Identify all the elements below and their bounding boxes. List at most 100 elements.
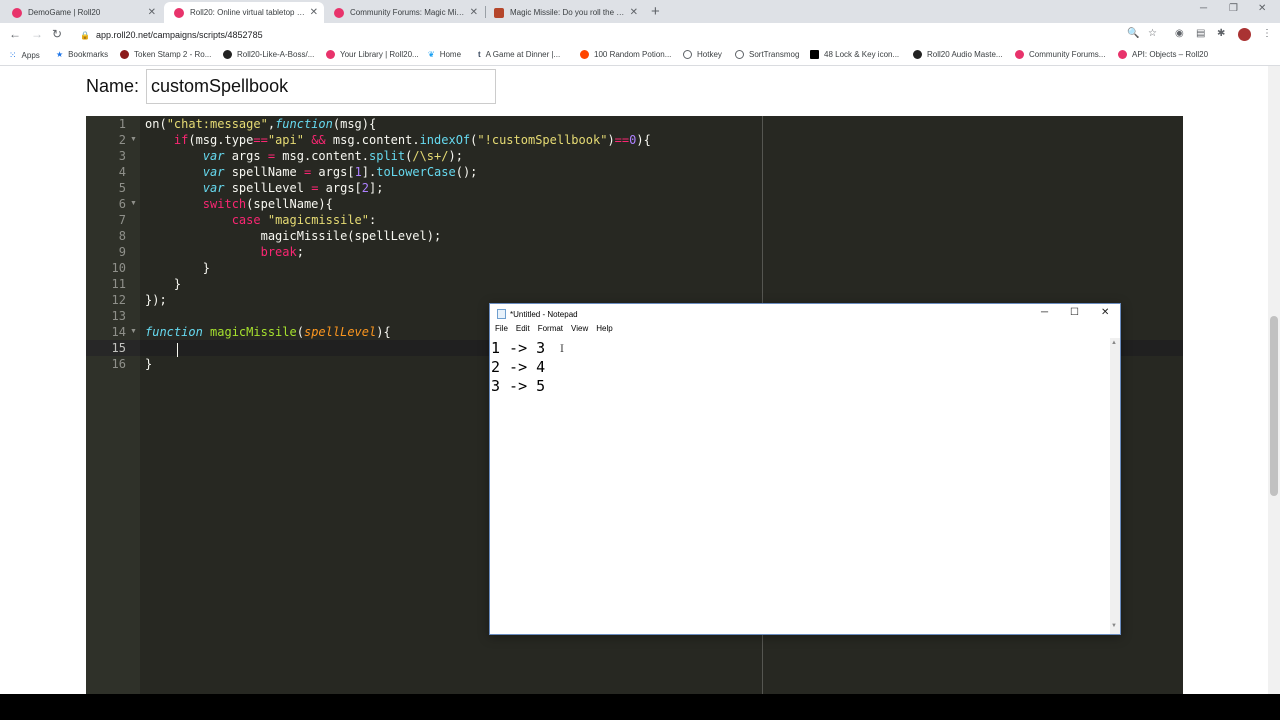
- close-icon[interactable]: ✕: [1101, 307, 1109, 318]
- close-tab-icon[interactable]: ✕: [470, 7, 478, 18]
- bookmark-label: Bookmarks: [68, 50, 109, 59]
- text-line: 3 -> 5: [491, 377, 546, 395]
- line-number: 11: [111, 277, 126, 291]
- bookmark-apps[interactable]: ⁙ Apps: [9, 50, 40, 61]
- notepad-app-icon: [497, 309, 506, 319]
- notepad-scrollbar[interactable]: ▲ ▼: [1110, 338, 1120, 634]
- scroll-up-arrow-icon[interactable]: ▲: [1111, 340, 1117, 346]
- close-tab-icon[interactable]: ✕: [310, 7, 318, 18]
- notepad-window[interactable]: *Untitled - Notepad ─ ☐ ✕ File Edit Form…: [489, 303, 1121, 635]
- code-line: }: [145, 261, 211, 275]
- bookmark-item[interactable]: Roll20-Like-A-Boss/...: [223, 50, 314, 59]
- menu-format[interactable]: Format: [538, 324, 563, 338]
- back-arrow-icon[interactable]: ←: [9, 27, 21, 41]
- line-number: 16: [111, 357, 126, 371]
- fold-arrow-icon[interactable]: ▼: [130, 200, 137, 207]
- menu-edit[interactable]: Edit: [516, 324, 530, 338]
- minimize-window-icon[interactable]: ─: [1200, 3, 1207, 14]
- lock-icon: 🔒: [80, 30, 90, 40]
- bookmark-bookmarks[interactable]: ★ Bookmarks: [56, 50, 108, 59]
- scroll-down-arrow-icon[interactable]: ▼: [1111, 623, 1117, 629]
- notepad-menu-bar: File Edit Format View Help: [490, 324, 1120, 338]
- bookmark-label: Your Library | Roll20...: [340, 50, 419, 59]
- line-number: 2: [118, 133, 126, 147]
- new-tab-icon[interactable]: +: [651, 3, 660, 20]
- forward-arrow-icon[interactable]: →: [31, 27, 43, 41]
- code-line: on("chat:message",function(msg){: [145, 117, 377, 131]
- text-line: 2 -> 4: [491, 358, 546, 376]
- zoom-icon[interactable]: 🔍: [1127, 28, 1139, 39]
- reddit-icon: [580, 50, 589, 59]
- bookmark-label: A Game at Dinner |...: [485, 50, 561, 59]
- minimize-icon[interactable]: ─: [1041, 307, 1048, 318]
- browser-tab[interactable]: DemoGame | Roll20 ✕: [2, 2, 162, 23]
- code-line: function magicMissile(spellLevel){: [145, 325, 391, 339]
- page-scrollbar[interactable]: [1268, 66, 1280, 694]
- notepad-title: *Untitled - Notepad: [510, 309, 578, 319]
- browser-tab[interactable]: Magic Missile: Do you roll the same ✕: [484, 2, 644, 23]
- roll20-icon: [1118, 50, 1127, 59]
- bookmark-item[interactable]: 48 Lock & Key icon...: [810, 50, 899, 59]
- bookmark-label: Hotkey: [697, 50, 722, 59]
- code-line: });: [145, 293, 167, 307]
- tab-label: DemoGame | Roll20: [28, 8, 101, 17]
- bookmark-item[interactable]: Community Forums...: [1015, 50, 1105, 59]
- text-cursor: [177, 343, 178, 357]
- line-number: 10: [111, 261, 126, 275]
- code-line: break;: [260, 245, 304, 259]
- bookmark-label: API: Objects – Roll20: [1132, 50, 1209, 59]
- fold-arrow-icon[interactable]: ▼: [130, 136, 137, 143]
- scrollbar-thumb[interactable]: [1270, 316, 1278, 496]
- maximize-icon[interactable]: ☐: [1070, 307, 1079, 318]
- menu-help[interactable]: Help: [596, 324, 612, 338]
- bookmark-item[interactable]: t A Game at Dinner |...: [478, 50, 560, 59]
- menu-file[interactable]: File: [495, 324, 508, 338]
- star-bookmark-icon[interactable]: ☆: [1148, 28, 1157, 39]
- profile-avatar[interactable]: [1238, 28, 1251, 41]
- bookmarks-bar: ⁙ Apps ★ Bookmarks Token Stamp 2 - Ro...…: [0, 46, 1280, 66]
- notepad-title-bar[interactable]: *Untitled - Notepad: [490, 304, 1120, 324]
- github-icon: [223, 50, 232, 59]
- bookmark-item[interactable]: Token Stamp 2 - Ro...: [120, 50, 211, 59]
- menu-view[interactable]: View: [571, 324, 588, 338]
- bookmark-item[interactable]: Your Library | Roll20...: [326, 50, 419, 59]
- bookmark-item[interactable]: API: Objects – Roll20: [1118, 50, 1208, 59]
- roll20-favicon-icon: [334, 7, 344, 18]
- line-number: 5: [118, 181, 126, 195]
- fold-arrow-icon[interactable]: ▼: [130, 328, 137, 335]
- line-number: 3: [118, 149, 126, 163]
- pocket-extension-icon[interactable]: ◉: [1175, 28, 1184, 39]
- address-bar[interactable]: 🔒 app.roll20.net/campaigns/scripts/48527…: [80, 27, 1170, 43]
- site-favicon-icon: [494, 7, 504, 18]
- browser-tab[interactable]: Community Forums: Magic Missile ✕: [324, 2, 484, 23]
- notepad-text-area[interactable]: 1 -> 3 2 -> 4 3 -> 5: [490, 339, 1110, 631]
- tab-label: Roll20: Online virtual tabletop for pen …: [190, 8, 306, 17]
- close-tab-icon[interactable]: ✕: [630, 7, 638, 18]
- code-line: var spellName = args[1].toLowerCase();: [202, 165, 478, 179]
- bookmark-label: Community Forums...: [1029, 50, 1106, 59]
- bookmark-label: SortTransmog: [749, 50, 800, 59]
- extensions-puzzle-icon[interactable]: ✱: [1217, 28, 1225, 39]
- url-text: app.roll20.net/campaigns/scripts/4852785: [95, 30, 263, 40]
- roll20-icon: [1015, 50, 1024, 59]
- bookmark-item[interactable]: SortTransmog: [735, 50, 799, 59]
- reader-extension-icon[interactable]: ▤: [1196, 28, 1205, 39]
- bookmark-item[interactable]: Roll20 Audio Maste...: [913, 50, 1003, 59]
- reload-icon[interactable]: ↻: [52, 27, 62, 41]
- bookmark-item[interactable]: 100 Random Potion...: [580, 50, 671, 59]
- tumblr-icon: t: [478, 50, 481, 59]
- close-tab-icon[interactable]: ✕: [148, 7, 156, 18]
- bookmark-item[interactable]: ❦ Home: [428, 50, 461, 59]
- square-icon: [810, 50, 819, 59]
- script-name-input[interactable]: [146, 69, 496, 104]
- hexagon-icon: [120, 50, 129, 59]
- restore-window-icon[interactable]: ❐: [1229, 3, 1238, 14]
- browser-menu-icon[interactable]: ⋮: [1262, 28, 1272, 39]
- script-name-label: Name:: [86, 76, 140, 96]
- tab-label: Community Forums: Magic Missile: [350, 8, 466, 17]
- line-number: 14: [111, 325, 126, 339]
- bookmark-label: Apps: [21, 51, 40, 60]
- browser-tab-active[interactable]: Roll20: Online virtual tabletop for pen …: [164, 2, 324, 23]
- close-window-icon[interactable]: ✕: [1258, 3, 1266, 14]
- bookmark-item[interactable]: Hotkey: [683, 50, 722, 59]
